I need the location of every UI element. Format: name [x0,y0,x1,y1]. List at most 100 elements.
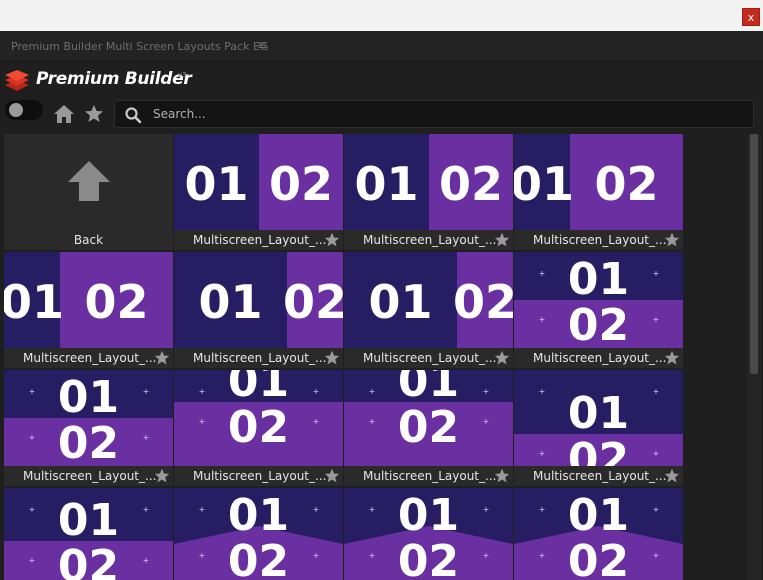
scrollbar-thumb[interactable] [750,134,758,374]
layout-thumbnail: 01 02 [4,252,173,348]
premium-builder-logo-icon [5,70,29,91]
sparkle-mark: + [143,387,150,396]
screen-number-1: 01 [58,495,119,546]
layout-tile[interactable]: 01 02 Multiscreen_Layout_... [174,134,343,250]
sparkle-mark: + [539,551,546,560]
screen-number-2: 02 [84,275,148,329]
layout-thumbnail: 01 02 [514,134,683,230]
sparkle-mark: + [143,556,150,565]
screen-number-1: 01 [58,372,119,423]
layout-label: Multiscreen_Layout_... [533,469,667,483]
layout-label-row: Multiscreen_Layout_... [174,468,343,486]
layout-tile[interactable]: 01 02 + + + + Multiscreen_Layout_... [344,370,513,486]
sparkle-mark: + [653,449,660,458]
star-icon[interactable] [84,104,104,124]
layout-tile[interactable]: 01 02 + + + + [4,488,173,580]
favorite-star-icon[interactable] [664,350,680,366]
sparkle-mark: + [369,417,376,426]
screen-number-2: 02 [283,275,343,329]
close-button[interactable]: x [742,8,760,26]
favorite-star-icon[interactable] [324,232,340,248]
layout-grid: Back 01 02 Multiscreen_Layout_... 01 02 Multi… [4,134,744,580]
sparkle-mark: + [653,387,660,396]
screen-number-2: 02 [228,536,289,580]
screen-number-2: 02 [568,536,629,580]
favorite-star-icon[interactable] [494,350,510,366]
layout-tile[interactable]: 01 02 + + + + [344,488,513,580]
layout-tile[interactable]: 01 02 Multiscreen_Layout_... [174,252,343,368]
panel-header: Premium Builder Multi Screen Layouts Pac… [0,31,763,62]
panel-menu-icon[interactable]: ≡ [257,38,267,52]
thumbnail-graphic: 01 02 [174,252,343,348]
sparkle-mark: + [653,505,660,514]
view-toggle[interactable] [5,100,43,120]
favorite-star-icon[interactable] [664,468,680,484]
screen-number-2: 02 [58,418,119,466]
sparkle-mark: + [539,315,546,324]
screen-number-1: 01 [568,254,629,305]
layout-label: Multiscreen_Layout_... [193,233,327,247]
toggle-knob [9,103,23,117]
layout-thumbnail: 01 02 [174,134,343,230]
layout-tile[interactable]: 01 02 + + + + Multiscreen_Layout_... [514,252,683,368]
back-tile[interactable]: Back [4,134,173,250]
search-icon [125,107,142,124]
layout-label-row: Multiscreen_Layout_... [4,468,173,486]
layout-tile[interactable]: 01 02 Multiscreen_Layout_... [4,252,173,368]
layout-thumbnail: 01 02 + + + + [344,370,513,466]
layout-tile[interactable]: 01 02 Multiscreen_Layout_... [344,252,513,368]
sparkle-mark: + [369,505,376,514]
home-icon[interactable] [53,104,75,124]
layout-tile[interactable]: 01 02 Multiscreen_Layout_... [344,134,513,250]
layout-tile[interactable]: 01 02 + + + + Multiscreen_Layout_... [514,370,683,486]
scrollbar[interactable] [747,134,761,580]
sparkle-mark: + [313,387,320,396]
layout-label-row: Multiscreen_Layout_... [344,468,513,486]
layout-tile[interactable]: 01 02 + + + + [174,488,343,580]
favorite-star-icon[interactable] [154,468,170,484]
sparkle-mark: + [199,505,206,514]
brand-version: v3 [178,71,187,79]
sparkle-mark: + [143,433,150,442]
layout-tile[interactable]: 01 02 + + + + Multiscreen_Layout_... [174,370,343,486]
layout-label: Multiscreen_Layout_... [193,351,327,365]
screen-number-2: 02 [568,300,629,348]
favorite-star-icon[interactable] [494,468,510,484]
sparkle-mark: + [29,433,36,442]
layout-tile[interactable]: 01 02 + + + + [514,488,683,580]
favorite-star-icon[interactable] [324,350,340,366]
layout-thumbnail: 01 02 + + + + [514,370,683,466]
arrow-up-icon [68,161,110,201]
sparkle-mark: + [199,551,206,560]
thumbnail-graphic: 01 02 [344,134,513,230]
thumbnail-graphic: 01 02 [4,252,173,348]
window-titlebar: x [0,0,763,31]
favorite-star-icon[interactable] [494,232,510,248]
layout-label-row: Multiscreen_Layout_... [514,350,683,368]
favorite-star-icon[interactable] [324,468,340,484]
sparkle-mark: + [483,551,490,560]
screen-number-2: 02 [398,402,459,453]
back-label: Back [73,233,104,247]
thumbnail-graphic: 0102 + + + + [514,252,683,348]
favorite-star-icon[interactable] [154,350,170,366]
favorite-star-icon[interactable] [664,232,680,248]
screen-number-1: 01 [568,388,629,439]
sparkle-mark: + [539,269,546,278]
screen-number-1: 01 [198,275,262,329]
screen-number-2: 02 [398,536,459,580]
sparkle-mark: + [483,417,490,426]
search-input[interactable] [153,105,733,123]
screen-number-1: 01 [514,157,574,211]
layout-tile[interactable]: 01 02 Multiscreen_Layout_... [514,134,683,250]
layout-label: Multiscreen_Layout_... [363,233,497,247]
layout-tile[interactable]: 01 02 + + + + Multiscreen_Layout_... [4,370,173,486]
sparkle-mark: + [653,551,660,560]
thumbnail-graphic: 0102 + + + + [344,488,513,580]
layout-label: Multiscreen_Layout_... [193,469,327,483]
layout-label-row: Multiscreen_Layout_... [344,350,513,368]
screen-number-1: 01 [4,275,64,329]
sparkle-mark: + [539,505,546,514]
screen-number-1: 01 [568,490,629,541]
sparkle-mark: + [313,417,320,426]
